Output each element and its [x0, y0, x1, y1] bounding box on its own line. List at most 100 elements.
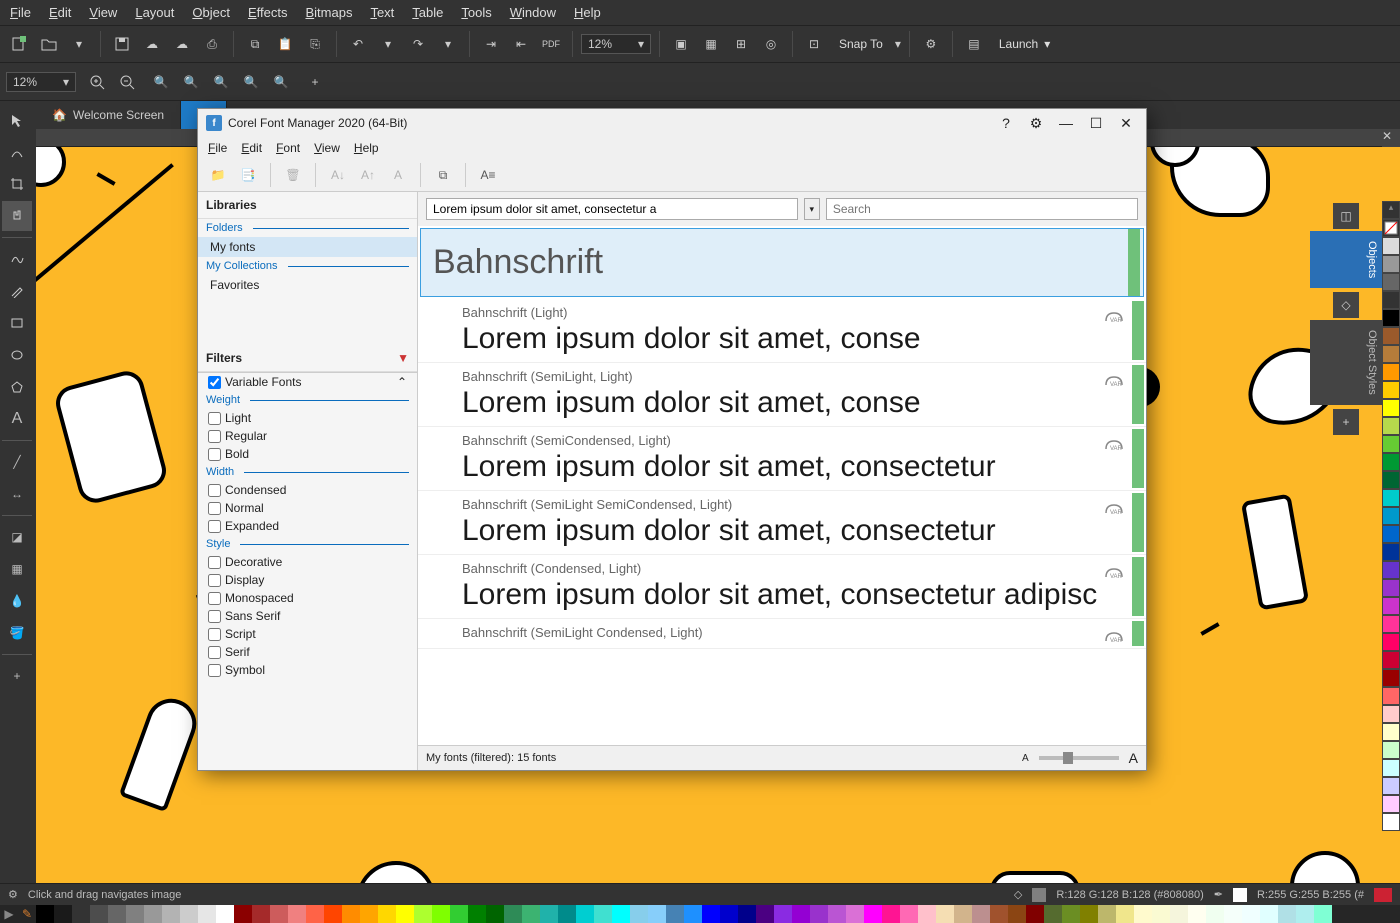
dimension-tool[interactable]: ↔ [2, 479, 32, 509]
tray-swatch[interactable] [216, 905, 234, 923]
color-swatch[interactable] [1382, 417, 1400, 435]
tray-swatch[interactable] [900, 905, 918, 923]
tray-swatch[interactable] [666, 905, 684, 923]
docker-icon-1[interactable]: ◫ [1333, 203, 1359, 229]
pick-tool[interactable] [2, 105, 32, 135]
crop-tool[interactable] [2, 169, 32, 199]
tray-arrow[interactable]: ▶ [0, 905, 18, 923]
palette-scroll-up[interactable]: ▴ [1382, 201, 1400, 219]
close-button[interactable]: ✕ [1114, 113, 1138, 133]
collections-section[interactable]: My Collections [198, 257, 417, 275]
tray-swatch[interactable] [306, 905, 324, 923]
add-collection-button[interactable]: 📑 [236, 163, 260, 187]
tray-swatch[interactable] [144, 905, 162, 923]
search-input[interactable] [826, 198, 1138, 220]
tray-swatch[interactable] [1206, 905, 1224, 923]
cloud-down-icon[interactable]: ☁ [169, 31, 195, 57]
folders-section[interactable]: Folders [198, 219, 417, 237]
filter-group-style[interactable]: Style [198, 535, 417, 553]
font-entry[interactable]: Bahnschrift (Light)Lorem ipsum dolor sit… [418, 299, 1146, 363]
snap-to-dropdown[interactable]: Snap To [831, 37, 891, 51]
tray-swatch[interactable] [126, 905, 144, 923]
tray-swatch[interactable] [792, 905, 810, 923]
add-button[interactable]: + [302, 69, 328, 95]
tray-swatch[interactable] [1152, 905, 1170, 923]
preview-text-input[interactable] [426, 198, 798, 220]
menu-object[interactable]: Object [192, 5, 230, 20]
tray-swatch[interactable] [1278, 905, 1296, 923]
tray-swatch[interactable] [936, 905, 954, 923]
tray-swatch[interactable] [1260, 905, 1278, 923]
color-swatch[interactable] [1382, 291, 1400, 309]
pen-icon[interactable]: ✒ [1214, 888, 1223, 901]
guides-icon[interactable]: ◎ [758, 31, 784, 57]
tray-swatch[interactable] [378, 905, 396, 923]
tray-swatch[interactable] [882, 905, 900, 923]
tray-swatch[interactable] [540, 905, 558, 923]
tray-swatch[interactable] [1062, 905, 1080, 923]
font-entry[interactable]: Bahnschrift (SemiLight SemiCondensed, Li… [418, 491, 1146, 555]
font-list[interactable]: Bahnschrift Bahnschrift (Light)Lorem ips… [418, 226, 1146, 745]
polygon-tool[interactable] [2, 372, 32, 402]
tray-swatch[interactable] [1044, 905, 1062, 923]
docker-add-button[interactable]: + [1333, 409, 1359, 435]
filter-normal[interactable]: Normal [198, 499, 417, 517]
pan-tool[interactable] [2, 201, 32, 231]
pdf-button[interactable]: PDF [538, 31, 564, 57]
color-swatch[interactable] [1382, 615, 1400, 633]
tray-swatch[interactable] [990, 905, 1008, 923]
redo-dropdown[interactable]: ▾ [435, 31, 461, 57]
color-swatch[interactable] [1382, 489, 1400, 507]
zoom-in-button[interactable] [84, 69, 110, 95]
filter-regular[interactable]: Regular [198, 427, 417, 445]
zoom-level-select-2[interactable]: 12%▾ [6, 72, 76, 92]
filter-sans-serif[interactable]: Sans Serif [198, 607, 417, 625]
open-button[interactable] [36, 31, 62, 57]
save-button[interactable] [109, 31, 135, 57]
tray-swatch[interactable] [252, 905, 270, 923]
color-swatch[interactable] [1382, 345, 1400, 363]
minimize-button[interactable]: — [1054, 113, 1078, 133]
fm-menu-help[interactable]: Help [354, 141, 379, 155]
rectangle-tool[interactable] [2, 308, 32, 338]
tray-swatch[interactable] [288, 905, 306, 923]
menu-table[interactable]: Table [412, 5, 443, 20]
menu-effects[interactable]: Effects [248, 5, 288, 20]
snap-icon[interactable]: ⊡ [801, 31, 827, 57]
filter-condensed[interactable]: Condensed [198, 481, 417, 499]
tray-swatch[interactable] [1242, 905, 1260, 923]
tray-swatch[interactable] [432, 905, 450, 923]
ellipse-tool[interactable] [2, 340, 32, 370]
color-swatch[interactable] [1382, 507, 1400, 525]
tray-swatch[interactable] [720, 905, 738, 923]
my-fonts-item[interactable]: My fonts [198, 237, 417, 257]
properties-button[interactable]: A≡ [476, 163, 500, 187]
tray-swatch[interactable] [270, 905, 288, 923]
snap-arrow-icon[interactable]: ▾ [895, 37, 901, 51]
filter-decorative[interactable]: Decorative [198, 553, 417, 571]
zoom-level-select[interactable]: 12%▾ [581, 34, 651, 54]
filter-serif[interactable]: Serif [198, 643, 417, 661]
zoom-selection-icon[interactable]: 🔍 [148, 69, 174, 95]
print-button[interactable]: ⎙ [199, 31, 225, 57]
tray-swatch[interactable] [1116, 905, 1134, 923]
menu-text[interactable]: Text [370, 5, 394, 20]
tray-swatch[interactable] [756, 905, 774, 923]
tray-swatch[interactable] [1296, 905, 1314, 923]
color-swatch[interactable] [1382, 453, 1400, 471]
text-tool[interactable]: A [2, 404, 32, 434]
zoom-all-icon[interactable]: 🔍 [178, 69, 204, 95]
new-doc-button[interactable] [6, 31, 32, 57]
tray-swatch[interactable] [1188, 905, 1206, 923]
grid-icon[interactable]: ▦ [698, 31, 724, 57]
home-tab[interactable]: 🏠 Welcome Screen [36, 101, 181, 129]
filter-monospaced[interactable]: Monospaced [198, 589, 417, 607]
menu-window[interactable]: Window [510, 5, 556, 20]
color-swatch[interactable] [1382, 381, 1400, 399]
menu-help[interactable]: Help [574, 5, 601, 20]
color-swatch[interactable] [1382, 687, 1400, 705]
tray-swatch[interactable] [774, 905, 792, 923]
object-styles-docker-tab[interactable]: Object Styles [1310, 320, 1382, 405]
fullscreen-icon[interactable]: ▣ [668, 31, 694, 57]
launch-dropdown[interactable]: Launch▾ [991, 37, 1058, 51]
